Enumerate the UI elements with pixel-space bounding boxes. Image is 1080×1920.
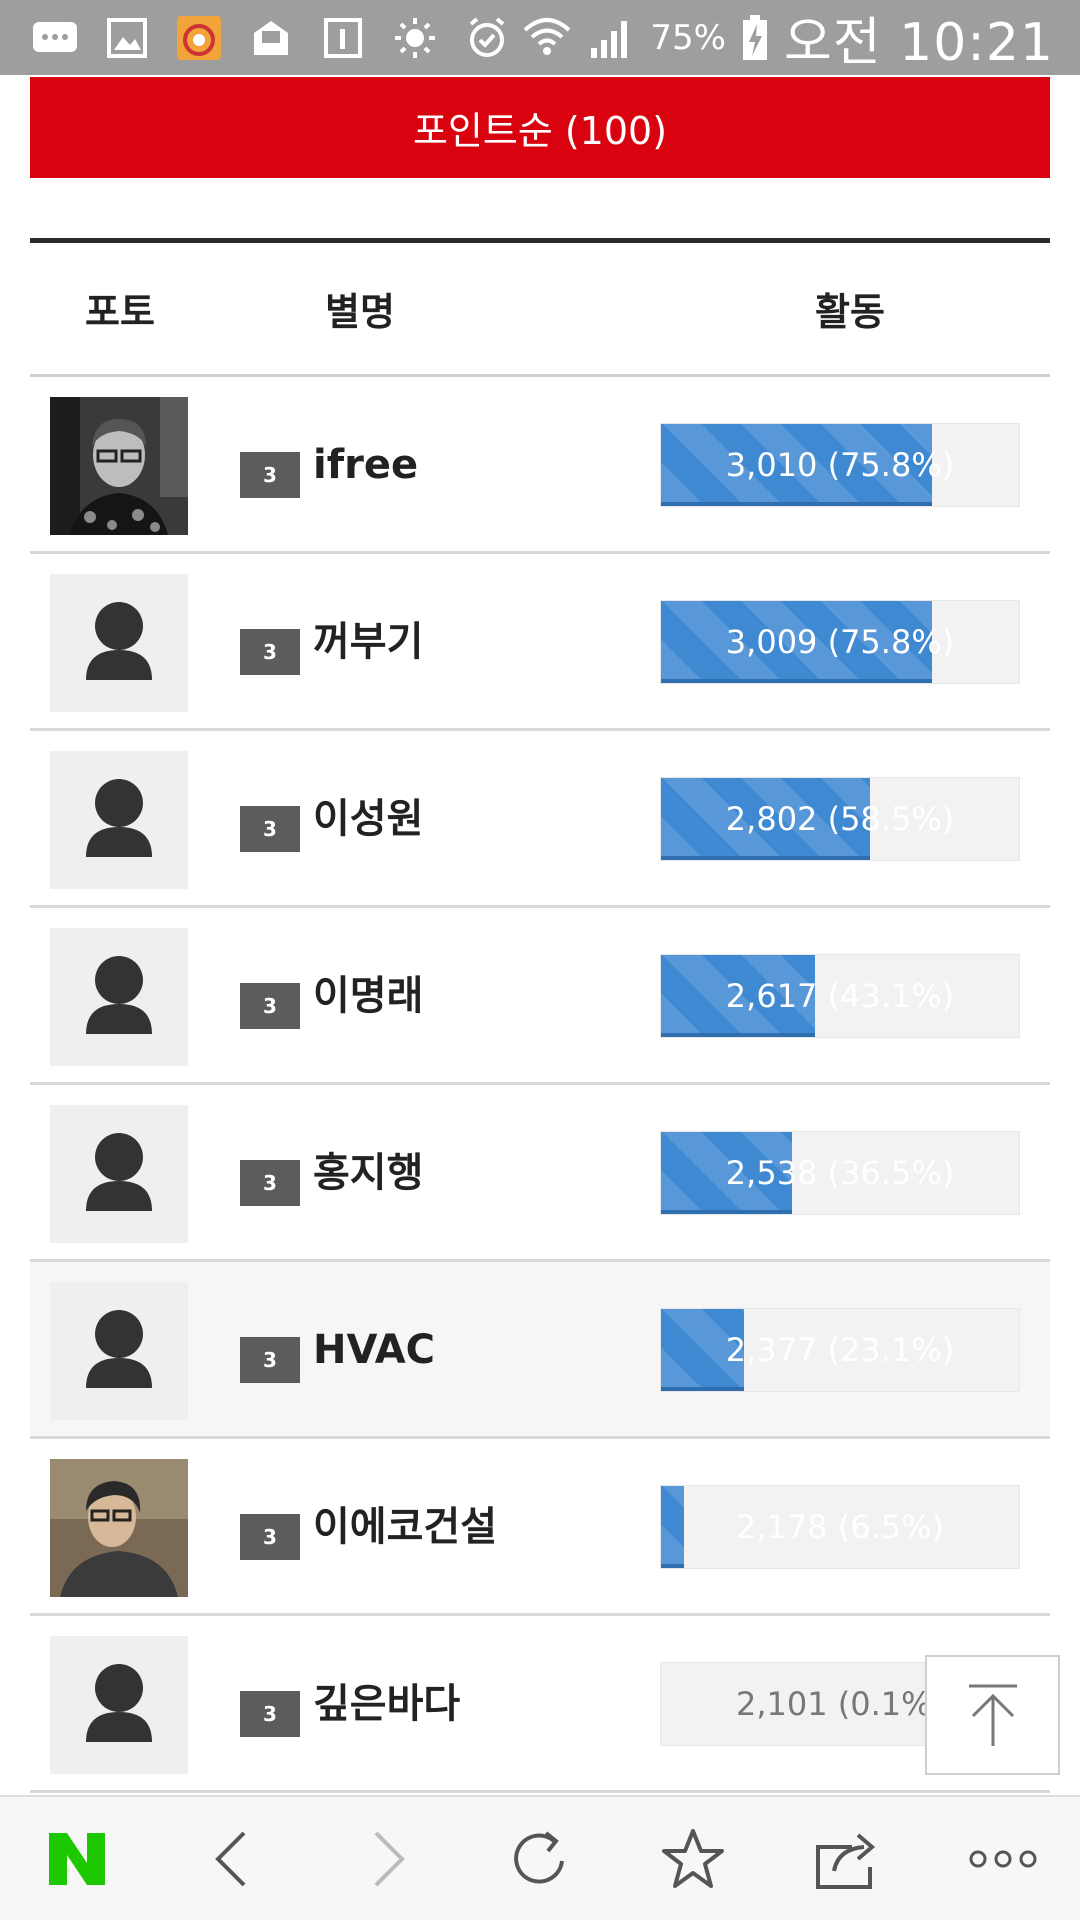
forward-button[interactable] (325, 1797, 455, 1920)
default-avatar-icon (86, 1664, 152, 1742)
share-icon (816, 1832, 876, 1889)
bookmark-button[interactable] (628, 1797, 758, 1920)
activity-bar: 2,377 (23.1%) (660, 1308, 1020, 1392)
level-badge: 3 (240, 1691, 300, 1737)
activity-bar: 2,538 (36.5%) (660, 1131, 1020, 1215)
naver-home-button[interactable] (12, 1797, 142, 1920)
table-row[interactable]: 3 이성원 2,802 (58.5%) (30, 731, 1050, 908)
table-row[interactable]: 3 꺼부기 3,009 (75.8%) (30, 554, 1050, 731)
header-nickname: 별명 (325, 290, 395, 334)
table-row[interactable]: 3 HVAC 2,377 (23.1%) (30, 1262, 1050, 1439)
level-badge: 3 (240, 1160, 300, 1206)
activity-bar: 3,010 (75.8%) (660, 423, 1020, 507)
default-avatar-icon (86, 956, 152, 1034)
user-photo[interactable] (50, 1282, 188, 1420)
nickname-link[interactable]: HVAC (313, 1320, 435, 1380)
more-icon (969, 1850, 1037, 1867)
default-avatar-icon (86, 779, 152, 857)
arrow-up-icon (968, 1684, 1017, 1746)
default-avatar-icon (86, 1133, 152, 1211)
activity-bar: 2,178 (6.5%) (660, 1485, 1020, 1569)
nickname-link[interactable]: 이에코건설 (313, 1497, 497, 1557)
level-badge: 3 (240, 983, 300, 1029)
user-photo[interactable] (50, 1459, 188, 1597)
activity-value: 2,178 (6.5%) (735, 1508, 945, 1546)
level-badge: 3 (240, 1337, 300, 1383)
activity-bar: 2,802 (58.5%) (660, 777, 1020, 861)
refresh-icon (514, 1830, 564, 1883)
bookmark-star-icon (662, 1828, 724, 1888)
activity-value: 2,802 (58.5%) (725, 800, 955, 838)
activity-value: 3,009 (75.8%) (725, 623, 955, 661)
mail-icon (246, 13, 296, 63)
level-badge: 3 (240, 806, 300, 852)
clock: 오전 10:21 (783, 13, 1054, 73)
browser-toolbar (0, 1795, 1080, 1920)
level-badge: 3 (240, 629, 300, 675)
nickname-link[interactable]: ifree (313, 435, 418, 495)
battery-percent: 75% (650, 17, 726, 58)
header-activity: 활동 (815, 290, 885, 334)
signal-icon (586, 13, 636, 63)
sort-tab-points[interactable]: 포인트순 (100) (30, 77, 1050, 178)
user-photo[interactable] (50, 397, 188, 535)
table-header: 포토 별명 활동 (30, 243, 1050, 377)
wifi-icon (522, 13, 572, 63)
alarm-icon (462, 13, 512, 63)
member-ranking-list: 3 ifree 3,010 (75.8%) 3 꺼부기 3,009 (75.8%… (30, 377, 1050, 1793)
gallery-icon (102, 13, 152, 63)
app-icon (174, 13, 224, 63)
nickname-link[interactable]: 이명래 (313, 966, 423, 1026)
user-photo[interactable] (50, 574, 188, 712)
activity-value: 2,377 (23.1%) (725, 1331, 955, 1369)
activity-bar: 3,009 (75.8%) (660, 600, 1020, 684)
chat-bubble-icon (30, 13, 80, 63)
naver-logo-icon (49, 1832, 105, 1885)
back-icon (215, 1831, 246, 1886)
table-row[interactable]: 3 이에코건설 2,178 (6.5%) (30, 1439, 1050, 1616)
header-photo: 포토 (85, 290, 155, 334)
nickname-link[interactable]: 꺼부기 (313, 612, 423, 672)
user-photo[interactable] (50, 1105, 188, 1243)
level-badge: 3 (240, 1514, 300, 1560)
user-photo[interactable] (50, 928, 188, 1066)
table-row[interactable]: 3 깊은바다 2,101 (0.1%) (30, 1616, 1050, 1793)
activity-value: 2,538 (36.5%) (725, 1154, 955, 1192)
battery-charging-icon (740, 13, 770, 63)
nickname-link[interactable]: 깊은바다 (313, 1674, 460, 1734)
calendar-icon (318, 13, 368, 63)
back-button[interactable] (165, 1797, 295, 1920)
default-avatar-icon (86, 602, 152, 680)
table-row[interactable]: 3 홍지행 2,538 (36.5%) (30, 1085, 1050, 1262)
status-bar: 75% 오전 10:21 (0, 0, 1080, 75)
activity-value: 3,010 (75.8%) (725, 446, 955, 484)
more-button[interactable] (938, 1797, 1068, 1920)
nickname-link[interactable]: 홍지행 (313, 1143, 423, 1203)
activity-bar: 2,617 (43.1%) (660, 954, 1020, 1038)
user-photo[interactable] (50, 1636, 188, 1774)
table-row[interactable]: 3 이명래 2,617 (43.1%) (30, 908, 1050, 1085)
brightness-icon (390, 13, 440, 63)
default-avatar-icon (86, 1310, 152, 1388)
level-badge: 3 (240, 452, 300, 498)
scroll-to-top-button[interactable] (925, 1655, 1060, 1775)
activity-value: 2,617 (43.1%) (725, 977, 955, 1015)
nickname-link[interactable]: 이성원 (313, 789, 423, 849)
table-row[interactable]: 3 ifree 3,010 (75.8%) (30, 377, 1050, 554)
refresh-button[interactable] (475, 1797, 605, 1920)
user-photo[interactable] (50, 751, 188, 889)
share-button[interactable] (782, 1797, 912, 1920)
forward-icon (374, 1831, 405, 1886)
